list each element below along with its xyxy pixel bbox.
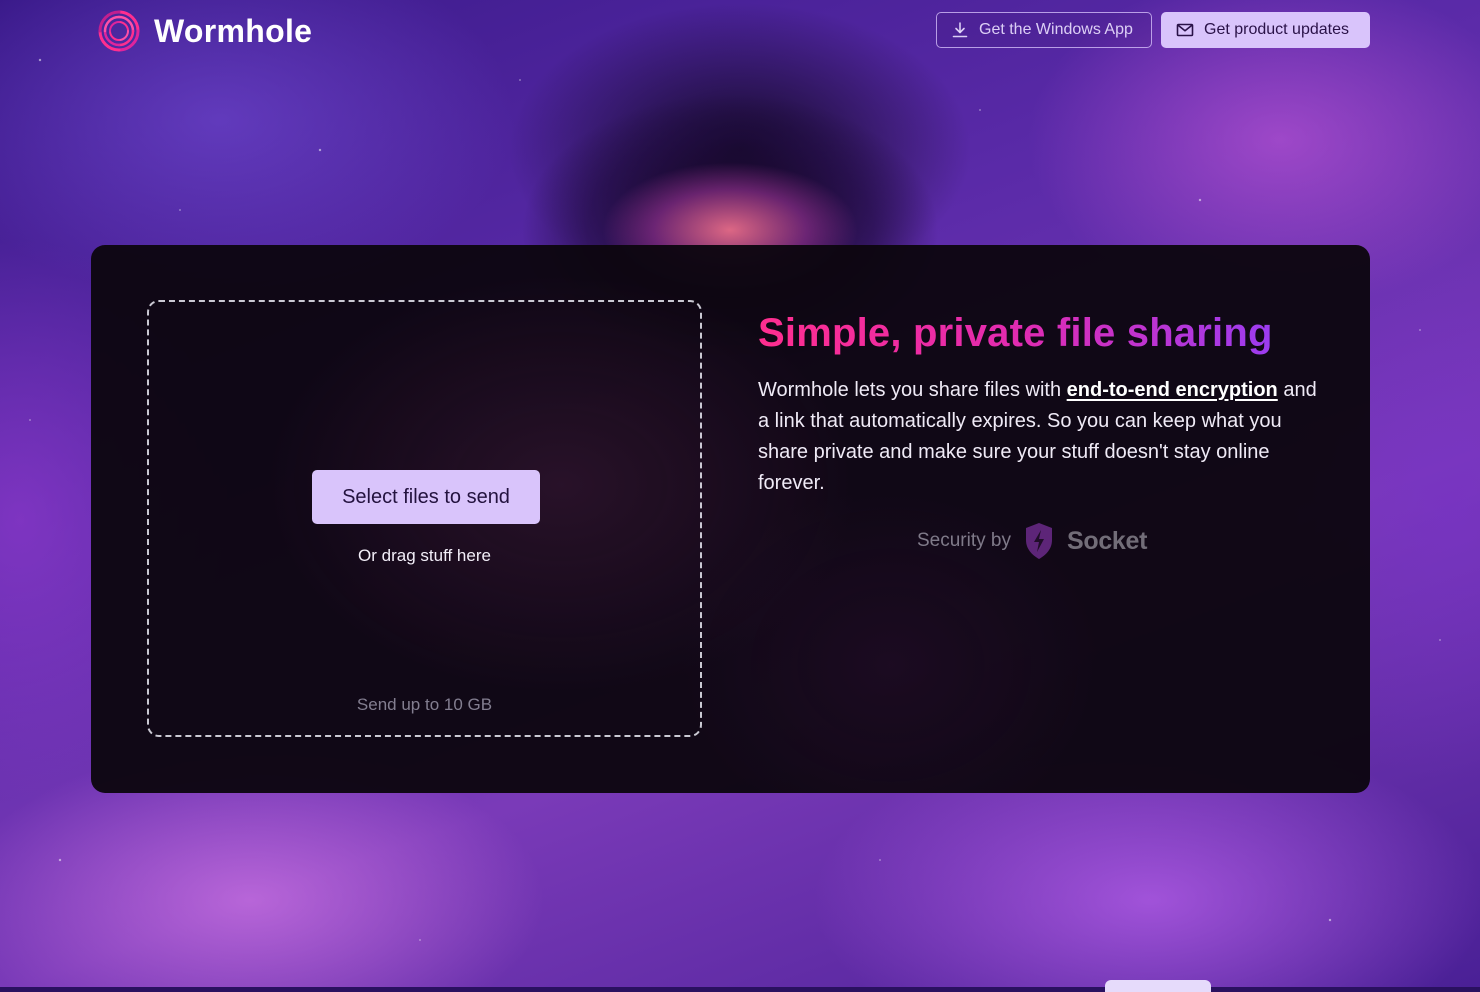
updates-label: Get product updates: [1204, 21, 1349, 38]
security-by-socket-link[interactable]: Security by Socket: [917, 520, 1147, 562]
download-icon: [952, 22, 968, 38]
drag-hint: Or drag stuff here: [358, 546, 491, 565]
security-label: Security by: [917, 530, 1011, 551]
hero-description: Wormhole lets you share files with end-t…: [758, 375, 1318, 499]
select-files-button[interactable]: Select files to send: [312, 470, 540, 524]
mail-icon: [1176, 23, 1194, 37]
logo-link[interactable]: Wormhole: [96, 8, 312, 54]
desc-prefix: Wormhole lets you share files with: [758, 379, 1067, 401]
file-dropzone[interactable]: Select files to send Or drag stuff here …: [147, 300, 702, 737]
wormhole-swirl-icon: [98, 10, 140, 52]
bottom-tab-handle[interactable]: [1105, 980, 1211, 992]
logo-text: Wormhole: [154, 12, 313, 49]
socket-shield-icon: [1025, 523, 1052, 559]
hero-headline: Simple, private file sharing: [758, 311, 1273, 355]
socket-brand: Socket: [1066, 526, 1148, 555]
size-limit-text: Send up to 10 GB: [356, 695, 493, 714]
get-windows-app-button[interactable]: Get the Windows App: [936, 12, 1152, 48]
get-product-updates-button[interactable]: Get product updates: [1161, 12, 1370, 48]
main-card: Select files to send Or drag stuff here …: [91, 245, 1370, 793]
encryption-link[interactable]: end-to-end encryption: [1067, 379, 1278, 401]
windows-app-label: Get the Windows App: [979, 21, 1133, 38]
